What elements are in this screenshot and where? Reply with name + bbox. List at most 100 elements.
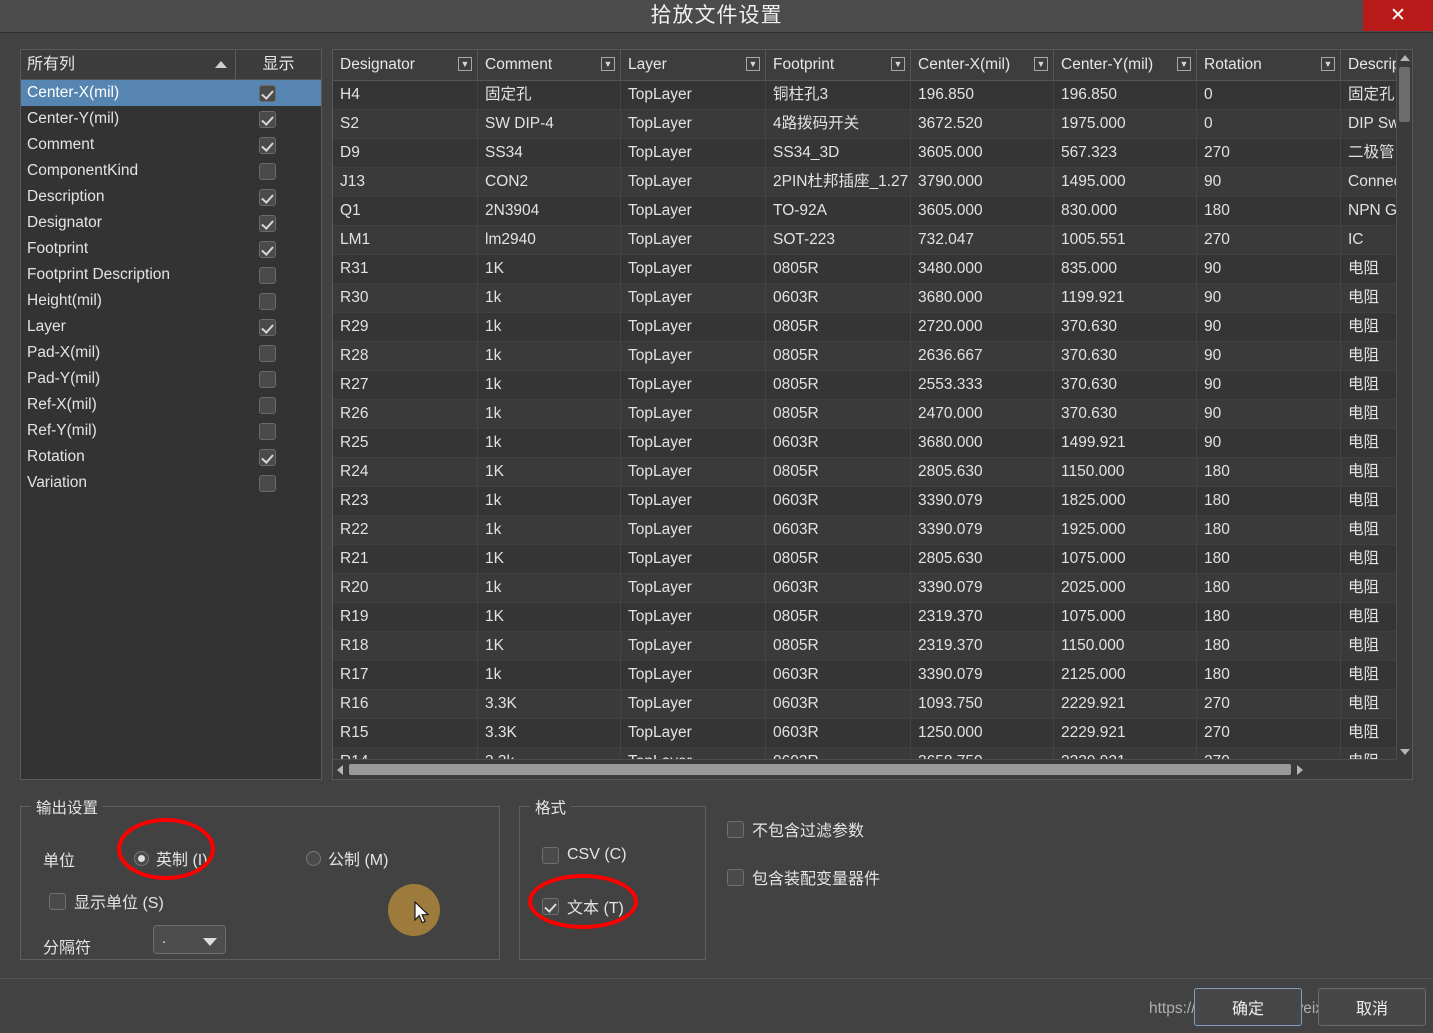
table-column-header[interactable]: Layer ▼ — [621, 50, 766, 80]
separator-dropdown[interactable]: . — [153, 925, 226, 954]
table-row[interactable]: S2 SW DIP-4 TopLayer 4路拨码开关 3672.520 1975.000… — [333, 110, 1396, 139]
column-visibility-checkbox[interactable] — [259, 240, 276, 258]
column-list-item[interactable]: ComponentKind — [21, 158, 321, 184]
horizontal-scroll-thumb[interactable] — [349, 764, 1291, 775]
filter-icon[interactable]: ▼ — [746, 57, 760, 71]
column-list-item[interactable]: Center-X(mil) — [21, 80, 321, 106]
column-visibility-checkbox[interactable] — [259, 214, 276, 232]
table-row[interactable]: R31 1K TopLayer 0805R 3480.000 835.000 90 电阻 — [333, 255, 1396, 284]
table-column-header[interactable]: Designator ▼ — [333, 50, 478, 80]
column-list-item[interactable]: Ref-Y(mil) — [21, 418, 321, 444]
table-row[interactable]: R29 1k TopLayer 0805R 2720.000 370.630 90 电阻 — [333, 313, 1396, 342]
column-list-item[interactable]: Pad-X(mil) — [21, 340, 321, 366]
column-list-item[interactable]: Layer — [21, 314, 321, 340]
unit-imperial-radio[interactable]: 英制 (I) — [134, 846, 208, 870]
column-list-item[interactable]: Center-Y(mil) — [21, 106, 321, 132]
cancel-button[interactable]: 取消 — [1318, 988, 1426, 1026]
table-row[interactable]: R20 1k TopLayer 0603R 3390.079 2025.000 180 电阻 — [333, 574, 1396, 603]
table-row[interactable]: R18 1K TopLayer 0805R 2319.370 1150.000 180 电阻 — [333, 632, 1396, 661]
all-columns-header-name[interactable]: 所有列 — [21, 50, 236, 79]
table-row[interactable]: R22 1k TopLayer 0603R 3390.079 1925.000 180 电阻 — [333, 516, 1396, 545]
show-unit-checkbox[interactable]: 显示单位 (S) — [49, 889, 164, 913]
column-visibility-checkbox[interactable] — [259, 162, 276, 180]
column-visibility-checkbox[interactable] — [259, 318, 276, 336]
include-variant-check-icon[interactable] — [727, 868, 744, 886]
scroll-left-icon[interactable] — [333, 764, 347, 775]
text-check-icon[interactable] — [542, 897, 559, 915]
filter-icon[interactable]: ▼ — [891, 57, 905, 71]
table-row[interactable]: R30 1k TopLayer 0603R 3680.000 1199.921 90 电阻 — [333, 284, 1396, 313]
filter-icon[interactable]: ▼ — [601, 57, 615, 71]
show-unit-check-icon[interactable] — [49, 892, 66, 910]
filter-icon[interactable]: ▼ — [1034, 57, 1048, 71]
table-row[interactable]: LM1 lm2940 TopLayer SOT-223 732.047 1005.551 2… — [333, 226, 1396, 255]
column-list-item[interactable]: Footprint Description — [21, 262, 321, 288]
scroll-right-icon[interactable] — [1293, 764, 1307, 775]
table-column-header[interactable]: Comment ▼ — [478, 50, 621, 80]
table-column-header[interactable]: Center-Y(mil) ▼ — [1054, 50, 1197, 80]
column-visibility-checkbox[interactable] — [259, 84, 276, 102]
table-column-header[interactable]: Footprint ▼ — [766, 50, 911, 80]
column-list-item[interactable]: Footprint — [21, 236, 321, 262]
unit-metric-radio[interactable]: 公制 (M) — [306, 846, 388, 870]
table-row[interactable]: R21 1K TopLayer 0805R 2805.630 1075.000 180 电阻 — [333, 545, 1396, 574]
column-list-item[interactable]: Rotation — [21, 444, 321, 470]
include-variant-checkbox[interactable]: 包含装配变量器件 — [727, 865, 880, 889]
sort-ascending-icon[interactable] — [215, 61, 227, 68]
close-icon[interactable]: ✕ — [1363, 0, 1433, 31]
table-row[interactable]: R16 3.3K TopLayer 0603R 1093.750 2229.921 270 电… — [333, 690, 1396, 719]
scroll-up-icon[interactable] — [1397, 50, 1412, 65]
table-row[interactable]: R15 3.3K TopLayer 0603R 1250.000 2229.921 270 电… — [333, 719, 1396, 748]
table-row[interactable]: R25 1k TopLayer 0603R 3680.000 1499.921 90 电阻 — [333, 429, 1396, 458]
filter-icon[interactable]: ▼ — [458, 57, 472, 71]
column-list-item[interactable]: Comment — [21, 132, 321, 158]
column-visibility-checkbox[interactable] — [259, 370, 276, 388]
format-text-checkbox[interactable]: 文本 (T) — [542, 894, 624, 918]
no-filter-params-checkbox[interactable]: 不包含过滤参数 — [727, 817, 864, 841]
column-list-item[interactable]: Description — [21, 184, 321, 210]
table-row[interactable]: J13 CON2 TopLayer 2PIN杜邦插座_1.27 3790.000 1495… — [333, 168, 1396, 197]
filter-icon[interactable]: ▼ — [1177, 57, 1191, 71]
column-list-item[interactable]: Designator — [21, 210, 321, 236]
table-column-header[interactable]: Descrip — [1341, 50, 1401, 80]
column-visibility-checkbox[interactable] — [259, 136, 276, 154]
table-body[interactable]: H4 固定孔 TopLayer 铜柱孔3 196.850 196.850 0 固定孔 S2 SW … — [333, 81, 1396, 759]
table-column-header[interactable]: Rotation ▼ — [1197, 50, 1341, 80]
vertical-scroll-thumb[interactable] — [1399, 67, 1410, 122]
format-csv-checkbox[interactable]: CSV (C) — [542, 846, 627, 864]
table-row[interactable]: R26 1k TopLayer 0805R 2470.000 370.630 90 电阻 — [333, 400, 1396, 429]
column-visibility-checkbox[interactable] — [259, 474, 276, 492]
table-row[interactable]: R23 1k TopLayer 0603R 3390.079 1825.000 180 电阻 — [333, 487, 1396, 516]
column-list-item[interactable]: Pad-Y(mil) — [21, 366, 321, 392]
table-row[interactable]: Q1 2N3904 TopLayer TO-92A 3605.000 830.000 180… — [333, 197, 1396, 226]
column-visibility-checkbox[interactable] — [259, 292, 276, 310]
all-columns-header-show[interactable]: 显示 — [236, 50, 321, 79]
column-list-item[interactable]: Variation — [21, 470, 321, 496]
table-row[interactable]: R24 1K TopLayer 0805R 2805.630 1150.000 180 电阻 — [333, 458, 1396, 487]
csv-check-icon[interactable] — [542, 846, 559, 864]
column-visibility-checkbox[interactable] — [259, 396, 276, 414]
column-visibility-checkbox[interactable] — [259, 344, 276, 362]
scroll-down-icon[interactable] — [1397, 744, 1412, 759]
table-column-header[interactable]: Center-X(mil) ▼ — [911, 50, 1054, 80]
column-list-item[interactable]: Height(mil) — [21, 288, 321, 314]
table-row[interactable]: D9 SS34 TopLayer SS34_3D 3605.000 567.323 270 二… — [333, 139, 1396, 168]
ok-button[interactable]: 确定 — [1194, 988, 1302, 1026]
chevron-down-icon[interactable] — [203, 938, 217, 946]
column-visibility-checkbox[interactable] — [259, 266, 276, 284]
table-row[interactable]: H4 固定孔 TopLayer 铜柱孔3 196.850 196.850 0 固定孔 — [333, 81, 1396, 110]
radio-metric-icon[interactable] — [306, 850, 321, 866]
all-columns-list[interactable]: Center-X(mil) Center-Y(mil) Comment Compone… — [21, 80, 321, 779]
table-row[interactable]: R19 1K TopLayer 0805R 2319.370 1075.000 180 电阻 — [333, 603, 1396, 632]
table-row[interactable]: R143.3kTopLayer0603R2658.7502229.921270电… — [333, 748, 1396, 759]
table-row[interactable]: R28 1k TopLayer 0805R 2636.667 370.630 90 电阻 — [333, 342, 1396, 371]
column-list-item[interactable]: Ref-X(mil) — [21, 392, 321, 418]
table-row[interactable]: R27 1k TopLayer 0805R 2553.333 370.630 90 电阻 — [333, 371, 1396, 400]
column-visibility-checkbox[interactable] — [259, 448, 276, 466]
column-visibility-checkbox[interactable] — [259, 110, 276, 128]
no-filter-params-check-icon[interactable] — [727, 820, 744, 838]
filter-icon[interactable]: ▼ — [1321, 57, 1335, 71]
table-horizontal-scrollbar[interactable] — [333, 759, 1396, 779]
table-vertical-scrollbar[interactable] — [1396, 50, 1412, 759]
table-row[interactable]: R17 1k TopLayer 0603R 3390.079 2125.000 180 电阻 — [333, 661, 1396, 690]
